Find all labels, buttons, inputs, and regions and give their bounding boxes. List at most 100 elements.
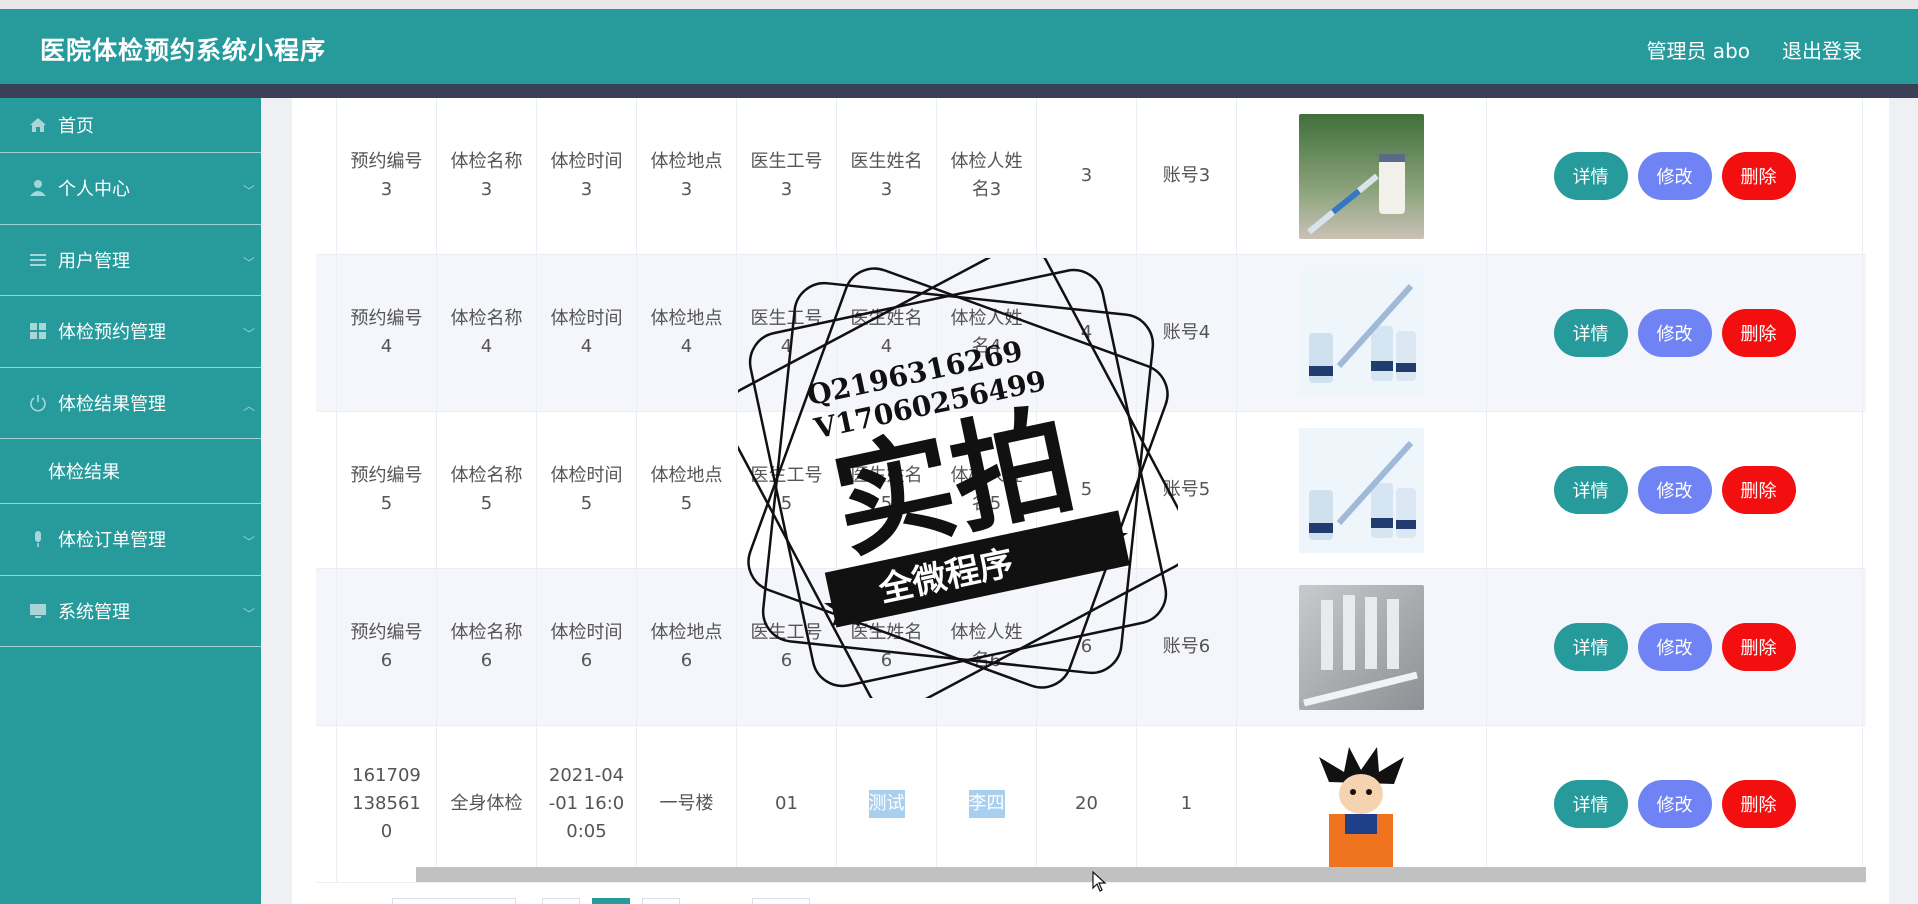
- row-select-cell[interactable]: [316, 412, 337, 568]
- delete-button[interactable]: 删除: [1721, 309, 1796, 357]
- table-row: 预约编号6 体检名称6 体检时间6 体检地点6 医生工号6 医生姓名6 体检人姓…: [316, 569, 1866, 726]
- chevron-down-icon: ﹀: [242, 327, 255, 342]
- table-cell: 医生姓名5: [837, 412, 937, 568]
- sidebar: 首页 个人中心 ﹀ 用户管理 ﹀ 体检预约管理 ﹀ 体检结果管理 ︿ 体检结果 …: [0, 98, 261, 904]
- sidebar-item-orders[interactable]: 体检订单管理 ﹀: [0, 504, 261, 576]
- actions-cell: 详情 修改 删除: [1487, 98, 1863, 254]
- row-select-cell[interactable]: [316, 98, 337, 254]
- sidebar-item-system[interactable]: 系统管理 ﹀: [0, 576, 261, 647]
- table-cell: 体检人姓名5: [937, 412, 1037, 568]
- sidebar-item-label: 个人中心: [58, 179, 130, 201]
- jump-page-input[interactable]: [752, 898, 810, 904]
- detail-button[interactable]: 详情: [1553, 309, 1628, 357]
- table-cell: 李四: [937, 726, 1037, 882]
- cartoon-character-image: [1299, 741, 1424, 867]
- table-cell: 医生工号4: [737, 255, 837, 411]
- sidebar-item-home[interactable]: 首页: [0, 98, 261, 153]
- table-cell: 全身体检: [437, 726, 537, 882]
- current-user-label: 管理员 abo: [1646, 39, 1750, 63]
- table-cell: 体检名称6: [437, 569, 537, 725]
- monitor-icon: [28, 601, 48, 621]
- table-cell: 预约编号5: [337, 412, 437, 568]
- sidebar-item-label: 首页: [58, 116, 94, 137]
- table-cell: 体检时间4: [537, 255, 637, 411]
- table-cell: 体检时间5: [537, 412, 637, 568]
- table-cell: 1617091385610: [337, 726, 437, 882]
- delete-button[interactable]: 删除: [1721, 780, 1796, 828]
- table-cell: 账号5: [1137, 412, 1237, 568]
- image-cell: [1237, 255, 1487, 411]
- page-size-select[interactable]: [392, 898, 516, 904]
- detail-button[interactable]: 详情: [1553, 623, 1628, 671]
- header-divider-bar: [0, 84, 1918, 98]
- edit-button[interactable]: 修改: [1637, 152, 1712, 200]
- edit-button[interactable]: 修改: [1637, 309, 1712, 357]
- row-select-cell[interactable]: [316, 726, 337, 882]
- actions-cell: 详情 修改 删除: [1487, 569, 1863, 725]
- sidebar-item-label: 系统管理: [58, 601, 130, 623]
- grid-icon: [28, 321, 48, 341]
- table-cell: 体检地点3: [637, 98, 737, 254]
- main-content: 预约编号3 体检名称3 体检时间3 体检地点3 医生工号3 医生姓名3 体检人姓…: [292, 98, 1889, 904]
- vials-image: [1299, 427, 1424, 553]
- table-cell: 测试: [837, 726, 937, 882]
- image-cell: [1237, 569, 1487, 725]
- sidebar-item-users[interactable]: 用户管理 ﹀: [0, 225, 261, 296]
- table-cell: 2021-04-01 16:00:05: [537, 726, 637, 882]
- actions-cell: 详情 修改 删除: [1487, 412, 1863, 568]
- table-cell: 账号3: [1137, 98, 1237, 254]
- chevron-down-icon: ﹀: [242, 255, 255, 270]
- detail-button[interactable]: 详情: [1553, 466, 1628, 514]
- power-icon: [28, 393, 48, 413]
- delete-button[interactable]: 删除: [1721, 623, 1796, 671]
- table-cell: 一号楼: [637, 726, 737, 882]
- sidebar-subitem-exam-results[interactable]: 体检结果: [0, 439, 261, 504]
- delete-button[interactable]: 删除: [1721, 466, 1796, 514]
- row-select-cell[interactable]: [316, 255, 337, 411]
- list-icon: [28, 250, 48, 270]
- sidebar-item-appointments[interactable]: 体检预约管理 ﹀: [0, 296, 261, 368]
- table-cell: 账号6: [1137, 569, 1237, 725]
- table-cell: 20: [1037, 726, 1137, 882]
- table-cell: 医生姓名3: [837, 98, 937, 254]
- table-cell: 预约编号3: [337, 98, 437, 254]
- sidebar-item-label: 体检结果管理: [58, 393, 166, 415]
- edit-button[interactable]: 修改: [1637, 780, 1712, 828]
- table-cell: 医生工号5: [737, 412, 837, 568]
- table-cell: 体检人姓名3: [937, 98, 1037, 254]
- selected-text: 测试: [868, 790, 905, 818]
- sidebar-item-profile[interactable]: 个人中心 ﹀: [0, 153, 261, 225]
- table-cell: 体检名称4: [437, 255, 537, 411]
- prev-page-button[interactable]: [542, 898, 580, 904]
- chevron-down-icon: ﹀: [242, 535, 255, 550]
- table-cell: 体检人姓名6: [937, 569, 1037, 725]
- actions-cell: 详情 修改 删除: [1487, 255, 1863, 411]
- chevron-down-icon: ﹀: [242, 184, 255, 199]
- top-header: 医院体检预约系统小程序 管理员 abo 退出登录: [0, 9, 1918, 84]
- next-page-button[interactable]: [642, 898, 680, 904]
- table-cell: 6: [1037, 569, 1137, 725]
- table-cell: 体检地点6: [637, 569, 737, 725]
- sidebar-item-results[interactable]: 体检结果管理 ︿: [0, 368, 261, 439]
- detail-button[interactable]: 详情: [1553, 152, 1628, 200]
- table-cell: 预约编号6: [337, 569, 437, 725]
- table-row: 1617091385610 全身体检 2021-04-01 16:00:05 一…: [316, 726, 1866, 883]
- row-select-cell[interactable]: [316, 569, 337, 725]
- logout-link[interactable]: 退出登录: [1782, 35, 1862, 64]
- table-cell: 体检时间3: [537, 98, 637, 254]
- edit-button[interactable]: 修改: [1637, 466, 1712, 514]
- mic-icon: [28, 529, 48, 549]
- page-number-active[interactable]: [592, 898, 630, 904]
- table-cell: 体检地点4: [637, 255, 737, 411]
- selected-text: 李四: [968, 790, 1005, 818]
- horizontal-scrollbar[interactable]: [416, 867, 1866, 882]
- syringe-vial-image: [1299, 113, 1424, 239]
- detail-button[interactable]: 详情: [1553, 780, 1628, 828]
- table-cell: 体检名称3: [437, 98, 537, 254]
- table-cell: 01: [737, 726, 837, 882]
- table-cell: 医生工号6: [737, 569, 837, 725]
- edit-button[interactable]: 修改: [1637, 623, 1712, 671]
- image-cell: [1237, 726, 1487, 882]
- delete-button[interactable]: 删除: [1721, 152, 1796, 200]
- app-title: 医院体检预约系统小程序: [40, 36, 327, 65]
